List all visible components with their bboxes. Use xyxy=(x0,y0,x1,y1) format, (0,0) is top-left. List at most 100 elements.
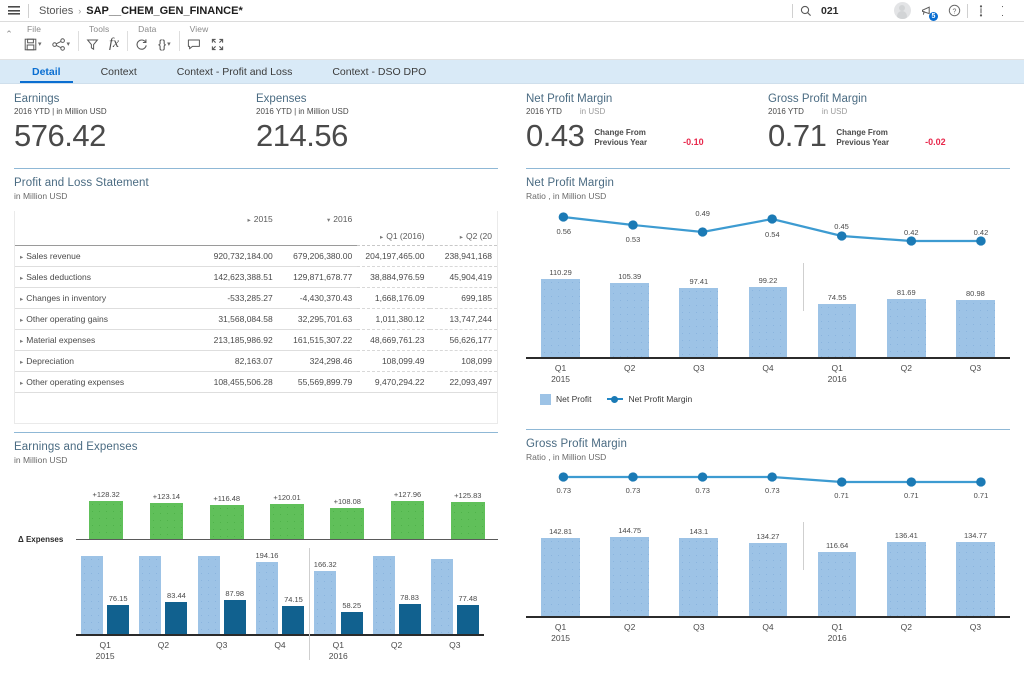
vertical-dots-icon[interactable] xyxy=(968,0,994,22)
earnings-bar[interactable] xyxy=(431,559,453,634)
fullscreen-button[interactable] xyxy=(211,35,224,53)
breadcrumb-root[interactable]: Stories xyxy=(39,5,73,17)
bar-group[interactable]: 74.55 xyxy=(803,293,872,357)
tab-context[interactable]: Context xyxy=(81,60,157,83)
net-profit-bar[interactable] xyxy=(679,288,718,357)
expenses-bar[interactable] xyxy=(282,606,304,634)
table-row[interactable]: ▸Other operating expenses 108,455,506.28… xyxy=(15,372,497,393)
bar-group[interactable]: +128.32 xyxy=(76,490,136,539)
earnings-bar[interactable] xyxy=(139,556,161,634)
table-row[interactable]: ▸Sales revenue 920,732,184.00 679,206,38… xyxy=(15,246,497,267)
gross-profit-bar[interactable] xyxy=(749,543,788,616)
delta-bar[interactable] xyxy=(270,504,304,539)
delta-bar[interactable] xyxy=(330,508,364,539)
bar-group[interactable]: 144.75 xyxy=(595,526,664,616)
pnl-row-label[interactable]: ▸Depreciation xyxy=(15,351,198,372)
pnl-col-2015-header[interactable]: ▸2015 xyxy=(198,211,278,228)
bar-group[interactable]: 110.29 xyxy=(526,268,595,357)
tab-context-dso-dpo[interactable]: Context - DSO DPO xyxy=(312,60,446,83)
table-row[interactable]: ▸Material expenses 213,185,986.92 161,51… xyxy=(15,330,497,351)
bar-group-q3-2016[interactable]: 77.48 xyxy=(426,557,484,634)
kpi-net-profit-margin[interactable]: Net Profit Margin 2016 YTDin USD 0.43 Ch… xyxy=(526,93,768,155)
megaphone-icon[interactable]: 5 xyxy=(915,0,941,22)
partial-icon[interactable] xyxy=(994,0,1020,22)
bar-group[interactable]: +120.01 xyxy=(257,493,317,539)
share-button[interactable]: ▾ xyxy=(52,35,71,53)
formula-button[interactable]: fx xyxy=(109,35,119,53)
table-row[interactable]: ▸Changes in inventory -533,285.27 -4,430… xyxy=(15,288,497,309)
tab-detail[interactable]: Detail xyxy=(12,60,81,83)
bar-group[interactable]: +123.14 xyxy=(136,492,196,539)
expenses-bar[interactable] xyxy=(341,612,363,634)
pnl-col-q2-2016-header[interactable]: ▸Q2 (20 xyxy=(430,228,498,246)
net-profit-bar[interactable] xyxy=(818,304,857,357)
earnings-bar[interactable] xyxy=(81,556,103,634)
kpi-gross-profit-margin[interactable]: Gross Profit Margin 2016 YTDin USD 0.71 … xyxy=(768,93,1010,155)
pnl-col-q1-2016-header[interactable]: ▸Q1 (2016) xyxy=(357,228,429,246)
table-row[interactable]: ▸Sales deductions 142,623,388.51 129,871… xyxy=(15,267,497,288)
earnings-bar[interactable] xyxy=(314,571,336,634)
bar-group[interactable]: 97.41 xyxy=(664,277,733,357)
earnings-bar[interactable] xyxy=(256,562,278,634)
net-profit-bar[interactable] xyxy=(749,287,788,357)
delta-bar[interactable] xyxy=(210,505,244,539)
net-profit-bar[interactable] xyxy=(610,283,649,358)
gross-profit-bar[interactable] xyxy=(610,537,649,616)
expenses-bar[interactable] xyxy=(165,602,187,634)
gross-profit-bar[interactable] xyxy=(818,552,857,616)
bar-group[interactable]: 116.64 xyxy=(803,541,872,616)
bar-group-q2-2015[interactable]: 83.44 xyxy=(134,554,192,634)
user-avatar[interactable] xyxy=(889,0,915,22)
earnings-bar[interactable] xyxy=(198,556,220,634)
bar-group-q3-2015[interactable]: 87.98 xyxy=(193,554,251,634)
bar-group[interactable]: 80.98 xyxy=(941,289,1010,357)
bar-group[interactable]: 134.27 xyxy=(733,532,802,616)
collapse-toolbar-button[interactable]: ⌃ xyxy=(0,22,18,40)
bar-group[interactable]: 99.22 xyxy=(733,276,802,357)
bar-group[interactable]: 134.77 xyxy=(941,531,1010,616)
delta-bar[interactable] xyxy=(391,501,425,539)
gross-profit-bar[interactable] xyxy=(541,538,580,616)
pnl-row-label[interactable]: ▸Sales revenue xyxy=(15,246,198,267)
earnings-bar[interactable] xyxy=(373,556,395,634)
expenses-bar[interactable] xyxy=(224,600,246,634)
table-row[interactable]: ▸Other operating gains 31,568,084.58 32,… xyxy=(15,309,497,330)
net-profit-bar[interactable] xyxy=(541,279,580,357)
pnl-row-label[interactable]: ▸Changes in inventory xyxy=(15,288,198,309)
expenses-bar[interactable] xyxy=(107,605,129,634)
pnl-row-label[interactable]: ▸Sales deductions xyxy=(15,267,198,288)
table-row[interactable]: ▸Depreciation 82,163.07 324,298.46 108,0… xyxy=(15,351,497,372)
expenses-bar[interactable] xyxy=(457,605,479,634)
kpi-expenses[interactable]: Expenses 2016 YTD | in Million USD 214.5… xyxy=(256,93,498,155)
tab-context-profit-and-loss[interactable]: Context - Profit and Loss xyxy=(157,60,313,83)
pnl-row-label[interactable]: ▸Other operating expenses xyxy=(15,372,198,393)
hamburger-menu-icon[interactable] xyxy=(0,6,28,15)
net-profit-bar[interactable] xyxy=(887,299,926,357)
search-icon[interactable] xyxy=(793,0,819,22)
bar-group-q1-2016[interactable]: 166.32 58.25 xyxy=(309,560,367,634)
bar-group[interactable]: 105.39 xyxy=(595,272,664,358)
bar-group[interactable]: 81.69 xyxy=(872,288,941,357)
bar-group[interactable]: +116.48 xyxy=(197,494,257,539)
bar-group[interactable]: 136.41 xyxy=(872,531,941,617)
save-button[interactable]: ▾ xyxy=(24,35,42,53)
bar-group[interactable]: 142.81 xyxy=(526,527,595,616)
bar-group-q1-2015[interactable]: 76.15 xyxy=(76,554,134,634)
help-circle-icon[interactable]: ? xyxy=(941,0,967,22)
bar-group[interactable]: 143.1 xyxy=(664,527,733,616)
delta-bar[interactable] xyxy=(89,501,123,539)
gross-profit-bar[interactable] xyxy=(887,542,926,617)
variables-button[interactable]: {} ▾ xyxy=(158,35,171,53)
expenses-bar[interactable] xyxy=(399,604,421,634)
bar-group[interactable]: +127.96 xyxy=(377,490,437,539)
legend-item-net-profit-margin[interactable]: Net Profit Margin xyxy=(607,394,692,404)
delta-bar[interactable] xyxy=(150,503,184,539)
bar-group-q2-2016[interactable]: 78.83 xyxy=(367,554,425,634)
kpi-earnings[interactable]: Earnings 2016 YTD | in Million USD 576.4… xyxy=(14,93,256,155)
legend-item-net-profit[interactable]: Net Profit xyxy=(540,394,591,405)
delta-bar[interactable] xyxy=(451,502,485,539)
net-profit-bar[interactable] xyxy=(956,300,995,357)
bar-group[interactable]: +125.83 xyxy=(438,491,498,539)
pnl-col-2016-header[interactable]: ▾2016 xyxy=(278,211,358,228)
refresh-button[interactable] xyxy=(135,35,148,53)
